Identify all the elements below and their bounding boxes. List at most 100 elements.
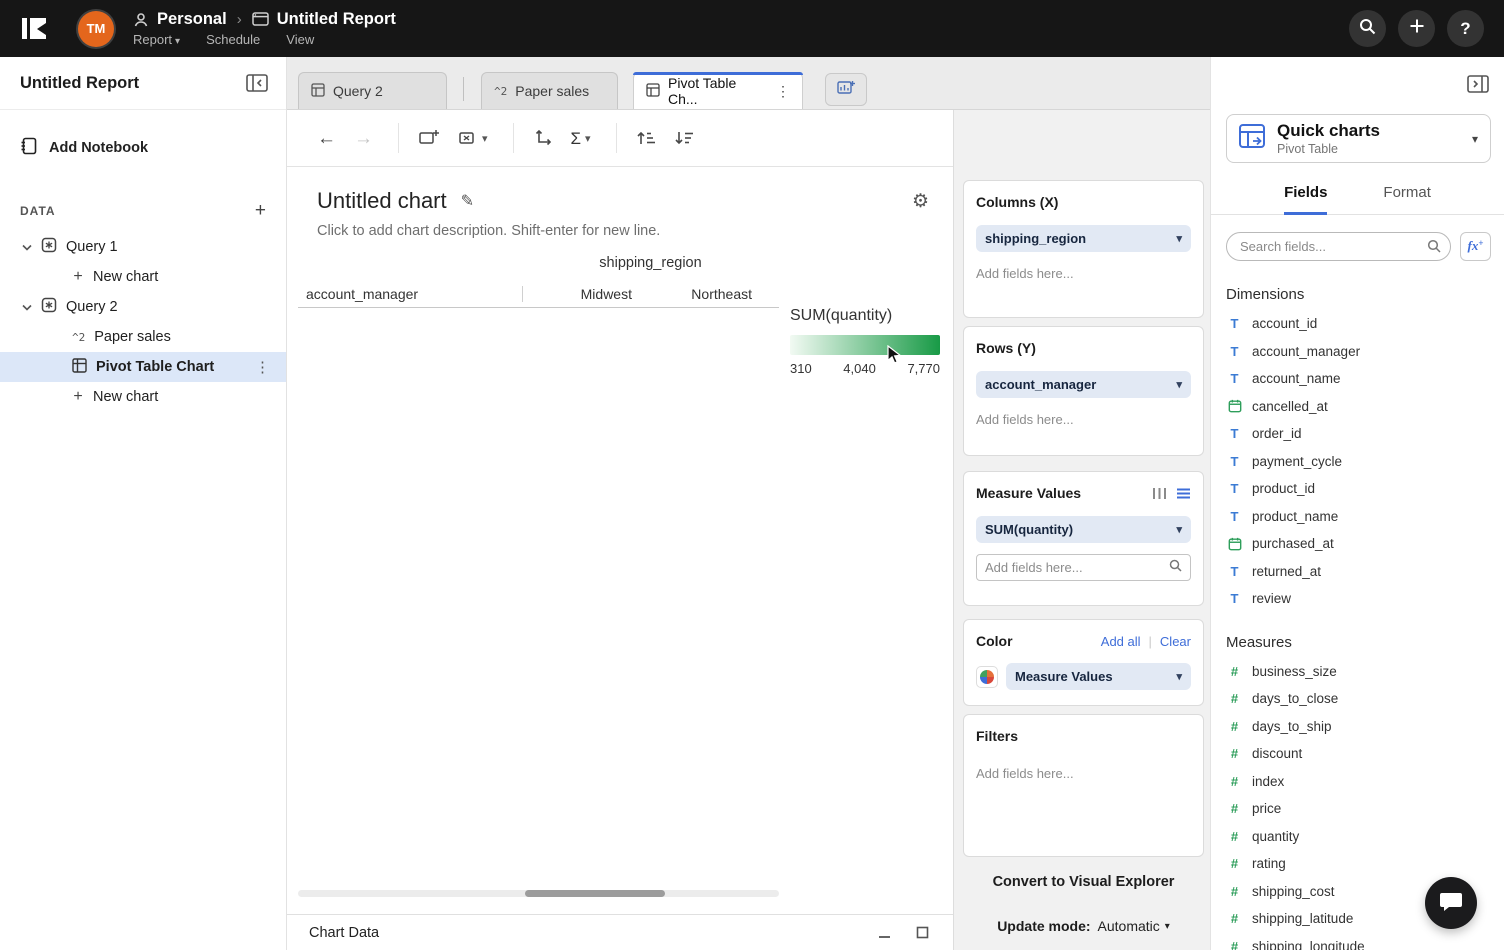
dimension-item[interactable]: Tproduct_id (1211, 475, 1504, 503)
field-label: product_name (1252, 509, 1338, 524)
measure-item[interactable]: #days_to_ship (1211, 713, 1504, 741)
add-notebook-button[interactable]: Add Notebook (20, 137, 266, 159)
chat-widget-button[interactable] (1425, 877, 1477, 929)
collapse-left-panel-icon[interactable] (244, 72, 270, 94)
expand-right-panel-icon[interactable] (1465, 73, 1491, 95)
measure-item[interactable]: #index (1211, 768, 1504, 796)
sort-descending-button[interactable] (668, 123, 700, 153)
remove-chart-button[interactable]: ▾ (452, 122, 494, 154)
rows-card: Rows (Y) account_manager ▾ Add fields he… (963, 326, 1204, 456)
column-view-icon[interactable] (1152, 487, 1167, 500)
toolbar-divider (616, 123, 617, 153)
field-label: cancelled_at (1252, 399, 1328, 414)
kebab-menu-icon[interactable]: ⋮ (255, 358, 270, 376)
person-icon (133, 12, 149, 28)
sidebar-item-query1[interactable]: Query 1 (0, 232, 286, 262)
sidebar-item-new-chart-1[interactable]: + New chart (0, 262, 286, 292)
columns-field-pill[interactable]: shipping_region ▾ (976, 225, 1191, 252)
convert-to-visual-explorer-button[interactable]: Convert to Visual Explorer (963, 874, 1204, 890)
dimension-item[interactable]: Torder_id (1211, 420, 1504, 448)
search-fields-input[interactable] (1226, 232, 1451, 261)
dimension-item[interactable]: Tproduct_name (1211, 503, 1504, 531)
color-field-pill[interactable]: Measure Values ▾ (1006, 663, 1191, 690)
chart-description-placeholder[interactable]: Click to add chart description. Shift-en… (317, 223, 953, 239)
dimension-item[interactable]: Taccount_id (1211, 310, 1504, 338)
number-type-icon: # (1227, 829, 1242, 844)
sidebar-item-pivot-table-chart[interactable]: Pivot Table Chart ⋮ (0, 352, 286, 382)
measure-field-pill[interactable]: SUM(quantity) ▾ (976, 516, 1191, 543)
color-swatch-icon[interactable] (976, 666, 998, 688)
add-chart-to-report-button[interactable] (412, 122, 446, 154)
add-fields-input[interactable] (985, 560, 1163, 575)
sidebar-item-paper-sales[interactable]: ^2 Paper sales (0, 322, 286, 352)
table-icon (311, 83, 325, 100)
workspace-name[interactable]: Personal (157, 10, 227, 29)
sort-ascending-button[interactable] (630, 123, 662, 153)
schedule-menu[interactable]: Schedule (206, 32, 260, 47)
edit-title-icon[interactable]: ✎ (461, 191, 474, 211)
tab-pivot-table-chart[interactable]: Pivot Table Ch... ⋮ (633, 72, 803, 109)
measure-item[interactable]: #rating (1211, 850, 1504, 878)
pivot-table-icon (646, 83, 660, 100)
create-new-button[interactable] (1398, 10, 1435, 47)
chevron-down-icon: ▾ (1176, 378, 1182, 391)
dimension-item[interactable]: cancelled_at (1211, 393, 1504, 421)
measure-item[interactable]: #discount (1211, 740, 1504, 768)
color-title: Color (976, 633, 1013, 649)
avatar[interactable]: TM (78, 11, 114, 47)
chart-title[interactable]: Untitled chart (317, 188, 447, 214)
list-view-icon[interactable] (1176, 487, 1191, 500)
tab-query-2[interactable]: Query 2 (298, 72, 447, 109)
add-formula-button[interactable]: fx+ (1460, 232, 1491, 261)
dimension-item[interactable]: Taccount_manager (1211, 338, 1504, 366)
dimension-item[interactable]: Tpayment_cycle (1211, 448, 1504, 476)
report-menu[interactable]: Report▾ (133, 32, 180, 47)
data-section-label: DATA (20, 204, 56, 218)
mode-logo[interactable] (16, 11, 52, 47)
dimension-item[interactable]: Treview (1211, 585, 1504, 613)
report-title[interactable]: Untitled Report (277, 10, 396, 29)
aggregate-button[interactable]: Σ ▾ (565, 124, 597, 153)
tab-paper-sales[interactable]: ^2 Paper sales (481, 72, 618, 109)
add-data-button[interactable]: + (255, 201, 266, 220)
rows-title: Rows (Y) (976, 340, 1191, 356)
field-label: shipping_cost (1252, 884, 1335, 899)
chat-bubble-icon (1439, 891, 1463, 916)
back-button[interactable]: ← (311, 123, 342, 154)
measure-item[interactable]: #quantity (1211, 823, 1504, 851)
measure-item[interactable]: #business_size (1211, 658, 1504, 686)
rows-field-pill[interactable]: account_manager ▾ (976, 371, 1191, 398)
sidebar-item-query2[interactable]: Query 2 (0, 292, 286, 322)
tab-kebab-menu-icon[interactable]: ⋮ (776, 83, 790, 100)
chevron-down-icon: ▾ (1176, 232, 1182, 245)
search-button[interactable] (1349, 10, 1386, 47)
help-button[interactable]: ? (1447, 10, 1484, 47)
measure-add-field-input[interactable] (976, 554, 1191, 581)
quick-charts-selector[interactable]: Quick charts Pivot Table ▾ (1226, 114, 1491, 163)
chart-settings-gear-icon[interactable]: ⚙ (912, 190, 929, 213)
field-label: returned_at (1252, 564, 1321, 579)
notebook-icon (20, 137, 38, 159)
dimension-item[interactable]: purchased_at (1211, 530, 1504, 558)
tab-format[interactable]: Format (1383, 184, 1431, 214)
measure-item[interactable]: #shipping_longitude (1211, 933, 1504, 950)
measure-item[interactable]: #days_to_close (1211, 685, 1504, 713)
expand-chart-data-icon[interactable] (914, 924, 931, 941)
pivot-header-row: account_manager Midwest Northeast (298, 280, 779, 308)
dimension-item[interactable]: Treturned_at (1211, 558, 1504, 586)
update-mode-dropdown[interactable]: Automatic ▾ (1098, 918, 1170, 934)
measure-item[interactable]: #price (1211, 795, 1504, 823)
tab-fields[interactable]: Fields (1284, 184, 1327, 215)
add-all-link[interactable]: Add all (1101, 634, 1141, 649)
new-chart-tab-button[interactable] (825, 73, 867, 106)
horizontal-scrollbar[interactable] (298, 890, 779, 897)
view-menu[interactable]: View (286, 32, 314, 47)
clear-link[interactable]: Clear (1160, 634, 1191, 649)
text-type-icon: T (1227, 454, 1242, 469)
dimension-item[interactable]: Taccount_name (1211, 365, 1504, 393)
sidebar-item-new-chart-2[interactable]: + New chart (0, 382, 286, 412)
scrollbar-thumb[interactable] (525, 890, 665, 897)
pivot-settings-button[interactable] (527, 122, 559, 154)
forward-button[interactable]: → (348, 123, 379, 154)
collapse-chart-data-icon[interactable] (876, 924, 893, 941)
